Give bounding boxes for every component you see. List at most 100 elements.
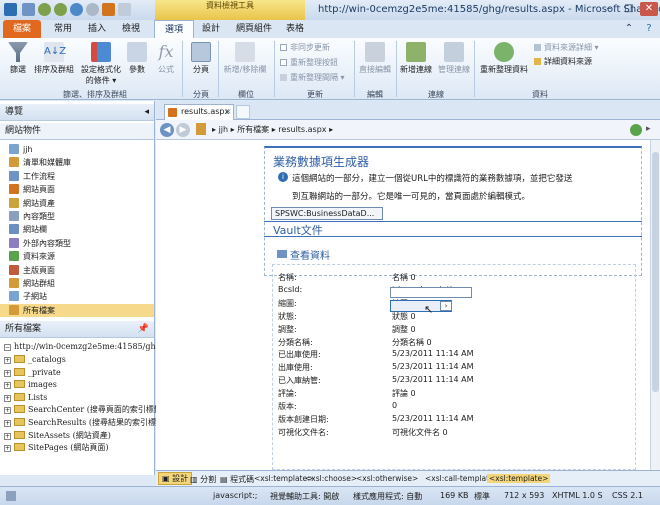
tree-item[interactable]: + SearchResults (搜尋結果的索引標籤) — [4, 417, 167, 429]
close-icon[interactable]: ✕ — [640, 2, 658, 16]
breadcrumb-page[interactable]: results.aspx — [278, 125, 326, 134]
field-menu-icon[interactable]: › — [440, 301, 452, 311]
ribbon-minimize-icon[interactable]: ⌃ — [620, 22, 638, 36]
status-dimensions[interactable]: 712 x 593 — [504, 491, 544, 500]
inline-edit-button[interactable]: 直接編輯 — [358, 42, 392, 75]
status-visual-aid[interactable]: 視覺輔助工具: 開啟 — [270, 491, 339, 502]
tab-design[interactable]: 設計 — [196, 20, 226, 38]
add-remove-columns-button[interactable]: 新增/移除欄 — [220, 42, 270, 75]
view-data-link[interactable]: 查看資料 — [290, 247, 330, 262]
sidebar-item-7[interactable]: 外部內容類型 — [9, 237, 71, 250]
undo-icon[interactable] — [38, 3, 51, 16]
help-icon[interactable]: ? — [640, 22, 658, 36]
scrollbar-thumb[interactable] — [652, 152, 659, 392]
document-tab[interactable]: results.aspx × — [164, 104, 234, 120]
field-value[interactable]: 狀態 0 — [392, 311, 416, 322]
field-value[interactable]: 5/23/2011 11:14 AM — [392, 414, 474, 423]
sidebar-item-12[interactable]: 所有檔案 — [0, 303, 154, 317]
field-value[interactable]: 5/23/2011 11:14 AM — [392, 349, 474, 358]
pin-icon[interactable]: 📌 — [138, 321, 149, 338]
sidebar-item-8[interactable]: 資料來源 — [9, 250, 55, 263]
expand-icon[interactable]: + — [4, 445, 11, 453]
sidebar-item-9[interactable]: 主版頁面 — [9, 264, 55, 277]
minimize-icon[interactable]: – — [600, 2, 618, 16]
tag-crumb[interactable]: <xsl:template> — [487, 474, 551, 483]
sidebar-item-1[interactable]: 清單和媒體庫 — [9, 156, 71, 169]
preview-icon[interactable] — [102, 3, 115, 16]
home-icon[interactable] — [196, 123, 206, 135]
sidebar-item-5[interactable]: 內容類型 — [9, 210, 55, 223]
field-value[interactable]: 名稱 0 — [392, 272, 416, 283]
forward-arrow-icon[interactable]: ▶ — [176, 123, 190, 137]
sidebar-item-0[interactable]: jjh — [9, 143, 33, 156]
tree-item[interactable]: + SearchCenter (搜尋頁面的索引標籤) — [4, 404, 165, 416]
expand-icon[interactable]: + — [4, 407, 11, 415]
add-connection-button[interactable]: 新增連線 — [399, 42, 433, 75]
tab-view[interactable]: 檢視 — [116, 20, 146, 38]
tab-file[interactable]: 檔案 — [3, 20, 41, 38]
breadcrumb-all-files[interactable]: 所有檔案 — [237, 125, 269, 134]
tree-item[interactable]: + _private — [4, 367, 61, 379]
expand-icon[interactable]: + — [4, 382, 11, 390]
field-value[interactable]: 調整 0 — [392, 324, 416, 335]
tab-table[interactable]: 表格 — [280, 20, 310, 38]
expand-icon[interactable]: + — [4, 394, 11, 402]
sidebar-item-11[interactable]: 子網站 — [9, 290, 47, 303]
customize-icon[interactable] — [118, 3, 131, 16]
collapse-icon[interactable]: ◂ — [144, 104, 149, 121]
tree-root[interactable]: − http://win-0cemzg2e5me:41585/ghg — [4, 341, 161, 353]
expand-icon[interactable]: + — [4, 369, 11, 377]
expand-icon[interactable]: + — [4, 420, 11, 427]
paging-button[interactable]: 分頁 — [187, 42, 215, 75]
tree-item[interactable]: + images — [4, 379, 57, 391]
tree-item[interactable]: + Lists — [4, 392, 47, 404]
expand-icon[interactable]: + — [4, 357, 11, 364]
tag-crumb[interactable]: <xsl:otherwise> — [356, 474, 418, 483]
expand-icon[interactable]: ▸ — [646, 124, 651, 134]
status-style-mode[interactable]: 樣式應用程式: 自動 — [353, 491, 422, 502]
tab-web-part[interactable]: 網頁組件 — [230, 20, 278, 38]
maximize-icon[interactable]: □ — [620, 2, 638, 16]
field-value[interactable]: 5/23/2011 11:14 AM — [392, 375, 474, 384]
tree-item[interactable]: + _catalogs — [4, 354, 66, 366]
webpart-tag[interactable]: SPSWC:BusinessDataD... — [271, 207, 383, 220]
refresh-page-icon[interactable] — [630, 124, 642, 136]
sidebar-item-3[interactable]: 網站頁面 — [9, 183, 55, 196]
breadcrumb-site[interactable]: jjh — [219, 125, 229, 134]
design-view-button[interactable]: ▣ 設計 — [158, 472, 193, 485]
tree-item[interactable]: + SiteAssets (網站資產) — [4, 430, 111, 442]
redo-icon[interactable] — [54, 3, 67, 16]
split-view-button[interactable]: ▥ 分割 — [190, 474, 216, 485]
sidebar-item-6[interactable]: 網站欄 — [9, 223, 47, 236]
field-value[interactable]: 0 — [392, 401, 397, 410]
sidebar-item-10[interactable]: 網站群組 — [9, 277, 55, 290]
refresh-interval-dropdown[interactable]: 重新整理間隔 ▾ — [280, 72, 345, 83]
field-value[interactable]: 分類名稱 0 — [392, 337, 432, 348]
field-value[interactable]: 可視化文件名 0 — [392, 427, 448, 438]
tab-home[interactable]: 常用 — [48, 20, 78, 38]
field-value[interactable]: 評論 0 — [392, 388, 416, 399]
back-icon[interactable] — [86, 3, 99, 16]
sidebar-item-2[interactable]: 工作流程 — [9, 170, 55, 183]
vertical-scrollbar[interactable] — [650, 140, 660, 470]
tab-insert[interactable]: 插入 — [82, 20, 112, 38]
back-arrow-icon[interactable]: ◀ — [160, 123, 174, 137]
refresh-icon[interactable] — [70, 3, 83, 16]
conditional-format-button[interactable]: 設定格式化 的條件 ▾ — [78, 42, 124, 86]
tree-item[interactable]: + SitePages (網站頁面) — [4, 442, 109, 454]
manage-connections-button[interactable]: 管理連線 — [436, 42, 472, 75]
tab-close-icon[interactable]: × — [225, 105, 232, 119]
new-tab-icon[interactable] — [236, 105, 250, 119]
field-value[interactable]: 5/23/2011 11:14 AM — [392, 362, 474, 371]
sidebar-item-4[interactable]: 網站資產 — [9, 197, 55, 210]
status-css[interactable]: CSS 2.1 — [612, 491, 643, 500]
code-view-button[interactable]: ▤ 程式碼 — [220, 474, 254, 485]
sort-group-button[interactable]: A↓Z 排序及群組 — [34, 42, 74, 75]
tag-crumb[interactable]: <xsl:choose> — [305, 474, 357, 483]
async-update-checkbox[interactable]: 非同步更新 — [280, 42, 330, 53]
expand-icon[interactable]: + — [4, 432, 11, 440]
bcsid-field-box[interactable] — [390, 287, 472, 298]
tab-options[interactable]: 選項 — [154, 20, 194, 38]
refresh-data-button[interactable]: 重新整理資料 — [478, 42, 530, 75]
data-source-details-dropdown[interactable]: 資料來源詳細 ▾ — [534, 42, 599, 53]
